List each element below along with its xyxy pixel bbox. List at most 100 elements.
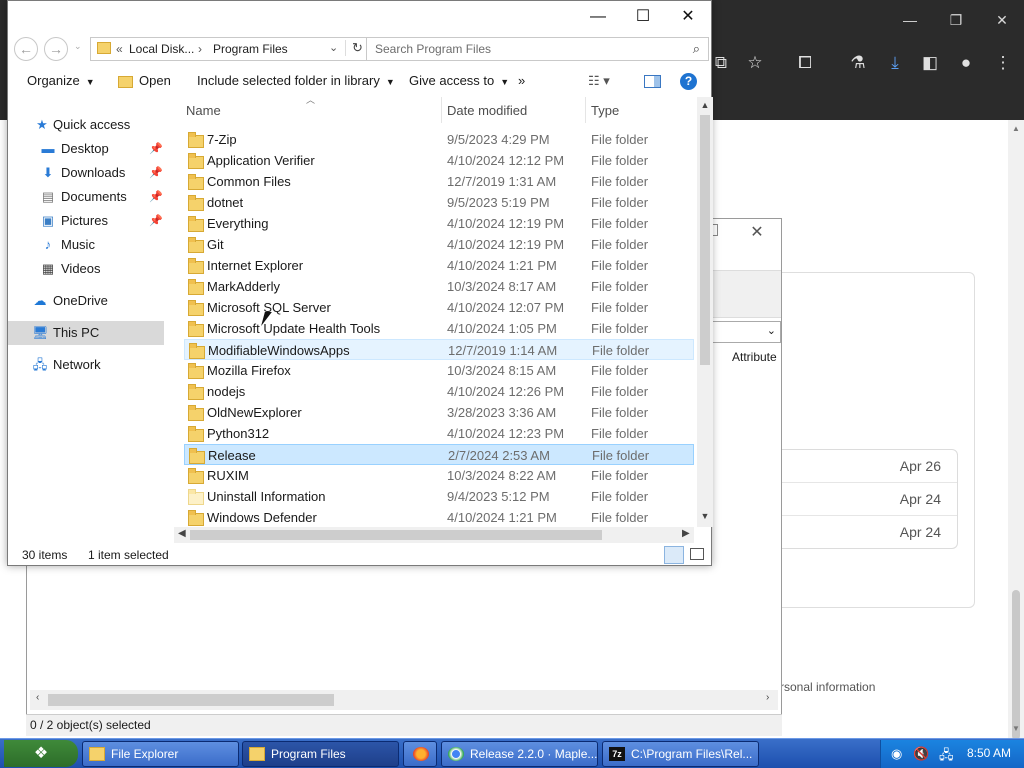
nav-this-pc[interactable]: 🖥 This PC — [8, 321, 164, 345]
nav-quick-access[interactable]: ★ Quick access — [8, 113, 164, 137]
browser-close-button[interactable]: ✕ — [990, 8, 1014, 32]
browser-minimize-button[interactable]: — — [898, 8, 922, 32]
folder-icon — [188, 405, 204, 421]
7zip-close-button[interactable]: ✕ — [746, 222, 768, 242]
star-icon[interactable]: ☆ — [742, 50, 768, 76]
table-row[interactable]: Uninstall Information 9/4/2023 5:12 PM Fil… — [184, 486, 694, 507]
file-list-hscrollbar[interactable]: ◀ ▶ — [174, 527, 694, 543]
nav-videos[interactable]: ▦ Videos — [8, 257, 164, 281]
give-access-button[interactable]: Give access to ▼ — [409, 65, 509, 97]
scroll-left-arrow-icon[interactable]: ‹ — [36, 692, 39, 703]
file-list-vscrollbar[interactable]: ▲ ▼ — [697, 97, 713, 527]
nav-pictures[interactable]: ▣ Pictures 📌 — [8, 209, 164, 233]
breadcrumb-separator[interactable]: › — [198, 42, 202, 56]
scroll-left-arrow-icon[interactable]: ◀ — [178, 528, 186, 539]
more-commands-button[interactable]: » — [518, 65, 525, 97]
task-7zip[interactable]: 7z C:\Program Files\Rel... — [602, 741, 759, 767]
nav-downloads[interactable]: ⬇ Downloads 📌 — [8, 161, 164, 185]
explorer-titlebar[interactable]: — ☐ ✕ — [8, 1, 711, 33]
include-in-library-button[interactable]: Include selected folder in library ▼ — [197, 65, 395, 97]
nav-onedrive[interactable]: ☁ OneDrive — [8, 289, 164, 313]
search-input[interactable]: Search Program Files ⌕ — [366, 37, 709, 61]
task-firefox[interactable] — [403, 741, 437, 767]
browser-scrollbar[interactable]: ▲ ▼ — [1008, 120, 1024, 740]
scroll-thumb[interactable] — [48, 694, 334, 706]
table-row[interactable]: nodejs 4/10/2024 12:26 PM File folder — [184, 381, 694, 402]
help-icon[interactable]: ? — [680, 73, 697, 90]
scroll-right-arrow-icon[interactable]: › — [766, 692, 769, 703]
change-view-icon[interactable]: ☷ ▾ — [588, 73, 610, 89]
organize-button[interactable]: Organize ▼ — [27, 65, 95, 97]
table-row[interactable]: ModifiableWindowsApps 12/7/2019 1:14 AM Fi… — [184, 339, 694, 360]
table-row[interactable]: RUXIM 10/3/2024 8:22 AM File folder — [184, 465, 694, 486]
tray-app-icon[interactable]: ◉ — [891, 746, 902, 762]
table-row[interactable]: dotnet 9/5/2023 5:19 PM File folder — [184, 192, 694, 213]
volume-muted-icon[interactable]: 🔇 — [913, 746, 929, 762]
7zip-hscrollbar[interactable]: ‹ › — [30, 690, 778, 710]
scroll-thumb[interactable] — [1012, 590, 1020, 740]
table-row[interactable]: Python312 4/10/2024 12:23 PM File folder — [184, 423, 694, 444]
scroll-down-arrow-icon[interactable]: ▼ — [697, 511, 713, 521]
forward-button[interactable]: → — [44, 37, 68, 61]
breadcrumb-overflow[interactable]: « — [116, 42, 123, 56]
table-row[interactable]: Release 2/7/2024 2:53 AM File folder — [184, 444, 694, 465]
scroll-thumb[interactable] — [700, 115, 710, 365]
table-row[interactable]: Internet Explorer 4/10/2024 1:21 PM File f… — [184, 255, 694, 276]
task-file-explorer[interactable]: File Explorer — [82, 741, 239, 767]
scroll-thumb[interactable] — [190, 530, 602, 540]
column-date[interactable]: Date modified — [447, 103, 527, 118]
recent-dropdown-icon[interactable]: ⌄ — [74, 41, 82, 52]
scroll-up-arrow-icon[interactable]: ▲ — [1008, 124, 1024, 133]
browser-restore-button[interactable]: ❐ — [944, 8, 968, 32]
scroll-right-arrow-icon[interactable]: ▶ — [682, 528, 690, 539]
back-button[interactable]: ← — [14, 37, 38, 61]
table-row[interactable]: Microsoft Update Health Tools 4/10/2024 1… — [184, 318, 694, 339]
preview-pane-icon[interactable] — [644, 75, 661, 88]
network-tray-icon[interactable]: 🖧 — [939, 746, 954, 768]
nav-music[interactable]: ♪ Music — [8, 233, 164, 257]
column-type[interactable]: Type — [591, 103, 619, 118]
breadcrumb-program-files[interactable]: Program Files — [213, 42, 288, 56]
nav-network[interactable]: 🖧 Network — [8, 353, 164, 377]
table-row[interactable]: Common Files 12/7/2019 1:31 AM File folder — [184, 171, 694, 192]
table-row[interactable]: Everything 4/10/2024 12:19 PM File folder — [184, 213, 694, 234]
details-view-icon[interactable] — [664, 546, 684, 564]
menu-icon[interactable]: ⋮ — [990, 50, 1016, 76]
task-program-files[interactable]: Program Files — [242, 741, 399, 767]
table-row[interactable]: Git 4/10/2024 12:19 PM File folder — [184, 234, 694, 255]
file-name: Git — [207, 237, 224, 252]
close-button[interactable]: ✕ — [665, 1, 711, 33]
sidebar-icon[interactable]: ◧ — [917, 50, 943, 76]
table-row[interactable]: MarkAdderly 10/3/2024 8:17 AM File folder — [184, 276, 694, 297]
start-button[interactable]: ❖ — [4, 740, 78, 767]
column-divider[interactable] — [585, 97, 586, 123]
file-date: 10/3/2024 8:22 AM — [447, 468, 557, 483]
nav-desktop[interactable]: ▬ Desktop 📌 — [8, 137, 164, 161]
address-dropdown-icon[interactable]: ⌄ — [329, 41, 338, 54]
clock[interactable]: 8:50 AM — [967, 746, 1011, 760]
labs-icon[interactable]: ⚗ — [845, 50, 871, 76]
table-row[interactable]: Windows Defender 4/10/2024 1:21 PM File fo… — [184, 507, 694, 527]
large-icons-view-icon[interactable] — [690, 548, 704, 560]
open-button[interactable]: Open — [118, 65, 171, 97]
table-row[interactable]: Mozilla Firefox 10/3/2024 8:15 AM File fol… — [184, 360, 694, 381]
extensions-icon[interactable]: ⧠ — [792, 50, 818, 76]
7zip-path-combo[interactable]: ⌄ — [712, 321, 781, 343]
table-row[interactable]: 7-Zip 9/5/2023 4:29 PM File folder — [184, 129, 694, 150]
breadcrumb-local-disk[interactable]: Local Disk... — [129, 42, 194, 56]
table-row[interactable]: Microsoft SQL Server 4/10/2024 12:07 PM Fi… — [184, 297, 694, 318]
column-divider[interactable] — [441, 97, 442, 123]
table-row[interactable]: Application Verifier 4/10/2024 12:12 PM Fi… — [184, 150, 694, 171]
task-browser-release[interactable]: Release 2.2.0 · Maple... — [441, 741, 598, 767]
7zip-column-header[interactable]: Attribute — [732, 350, 777, 364]
scroll-down-arrow-icon[interactable]: ▼ — [1008, 724, 1024, 733]
maximize-button[interactable]: ☐ — [620, 1, 666, 33]
nav-documents[interactable]: ▤ Documents 📌 — [8, 185, 164, 209]
address-bar[interactable]: « Local Disk... › Program Files ⌄ ↻ — [90, 37, 370, 61]
download-icon[interactable]: ⤓ — [882, 50, 908, 76]
column-name[interactable]: Name — [186, 103, 221, 118]
table-row[interactable]: OldNewExplorer 3/28/2023 3:36 AM File fold… — [184, 402, 694, 423]
scroll-up-arrow-icon[interactable]: ▲ — [697, 100, 713, 110]
minimize-button[interactable]: — — [575, 1, 621, 33]
profile-icon[interactable]: ● — [953, 50, 979, 76]
